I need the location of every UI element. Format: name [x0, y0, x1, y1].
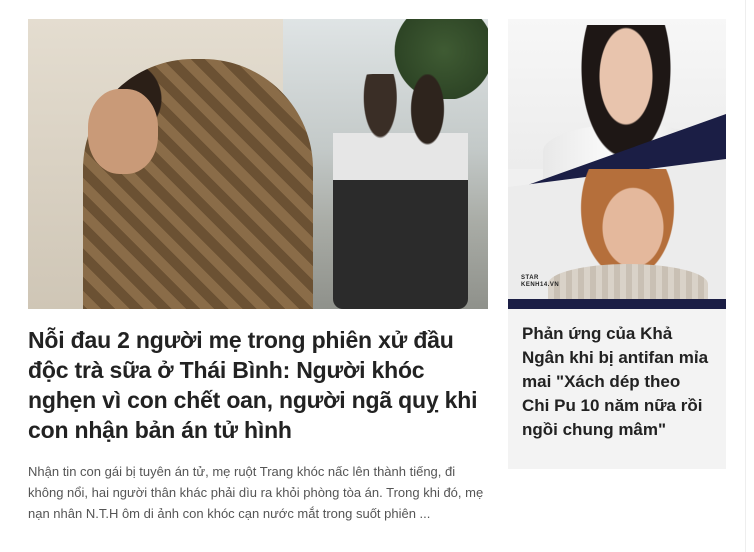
main-article[interactable]: Nỗi đau 2 người mẹ trong phiên xử đầu độ…	[28, 19, 488, 524]
side-person-2-shirt	[548, 264, 708, 304]
brand-line-kenh14: KENH14.VN	[521, 282, 560, 288]
kenh14-star-logo: STAR KENH14.VN	[521, 275, 559, 289]
crying-mother-face	[88, 89, 158, 174]
side-image-bottom-strip	[508, 299, 726, 309]
supported-mother-figures	[333, 74, 468, 309]
main-article-title[interactable]: Nỗi đau 2 người mẹ trong phiên xử đầu độ…	[28, 325, 488, 445]
brand-line-star: STAR	[521, 275, 539, 281]
main-article-image[interactable]	[28, 19, 488, 309]
right-edge-divider	[745, 0, 746, 552]
main-article-summary: Nhận tin con gái bị tuyên án tử, mẹ ruột…	[28, 464, 484, 521]
side-article-title[interactable]: Phản ứng của Khả Ngân khi bị antifan mỉa…	[508, 309, 726, 442]
side-article-image[interactable]: STAR KENH14.VN	[508, 19, 726, 309]
side-article[interactable]: STAR KENH14.VN Phản ứng của Khả Ngân khi…	[508, 19, 726, 469]
